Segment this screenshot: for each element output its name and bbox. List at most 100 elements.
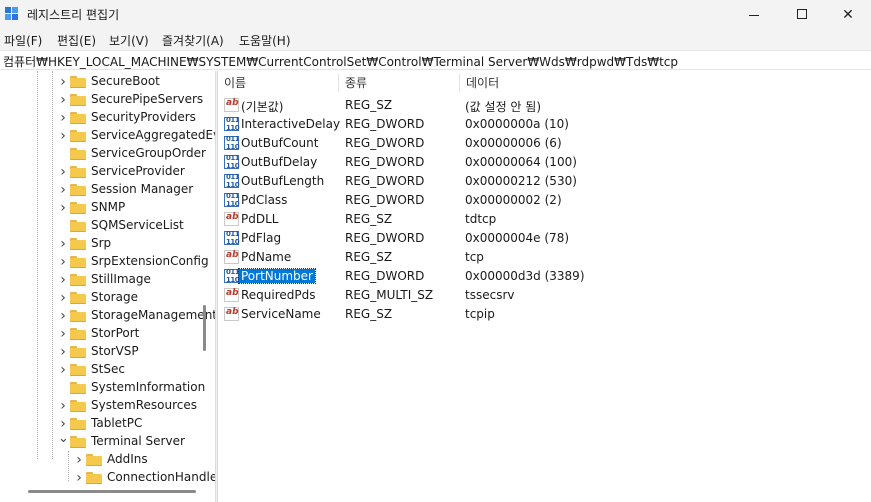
chevron-right-icon[interactable]: › bbox=[58, 255, 68, 269]
tree-item[interactable]: › StillImage bbox=[0, 271, 215, 289]
chevron-right-icon[interactable]: › bbox=[58, 201, 68, 215]
chevron-right-icon[interactable]: › bbox=[58, 165, 68, 179]
chevron-right-icon[interactable]: › bbox=[74, 471, 84, 485]
tree-item-label: SrpExtensionConfig bbox=[91, 254, 209, 268]
tree-item[interactable]: › SNMP bbox=[0, 199, 215, 217]
tree-item[interactable]: › Srp bbox=[0, 235, 215, 253]
value-name[interactable]: PdName bbox=[241, 250, 291, 264]
value-data: 0x0000000a (10) bbox=[465, 117, 569, 131]
chevron-right-icon[interactable]: › bbox=[58, 327, 68, 341]
chevron-right-icon[interactable]: › bbox=[74, 453, 84, 467]
value-row[interactable]: ab ServiceName REG_SZ tcpip bbox=[218, 305, 871, 324]
folder-icon bbox=[70, 184, 86, 196]
chevron-right-icon[interactable]: › bbox=[58, 363, 68, 377]
tree-item[interactable]: › TabletPC bbox=[0, 415, 215, 433]
chevron-right-icon[interactable]: › bbox=[58, 237, 68, 251]
value-name[interactable]: PdFlag bbox=[241, 231, 281, 245]
value-name-text: OutBufCount bbox=[241, 136, 319, 150]
tree-item[interactable]: › Session Manager bbox=[0, 181, 215, 199]
value-name[interactable]: ServiceName bbox=[241, 307, 321, 321]
chevron-right-icon[interactable]: › bbox=[58, 129, 68, 143]
chevron-right-icon[interactable]: › bbox=[58, 291, 68, 305]
tree-item[interactable]: ServiceGroupOrder bbox=[0, 145, 215, 163]
address-path[interactable]: 컴퓨터₩HKEY_LOCAL_MACHINE₩SYSTEM₩CurrentCon… bbox=[3, 53, 678, 70]
chevron-right-icon[interactable]: › bbox=[58, 399, 68, 413]
value-row[interactable]: ab RequiredPds REG_MULTI_SZ tssecsrv bbox=[218, 286, 871, 305]
chevron-right-icon[interactable]: › bbox=[58, 111, 68, 125]
tree-item[interactable]: › StorPort bbox=[0, 325, 215, 343]
value-name[interactable]: InteractiveDelay bbox=[241, 117, 340, 131]
value-name[interactable]: PdClass bbox=[241, 193, 287, 207]
close-button[interactable]: ✕ bbox=[825, 0, 871, 30]
value-row[interactable]: 011 110 PortNumber REG_DWORD 0x00000d3d (33… bbox=[218, 267, 871, 286]
menu-favorites[interactable]: 즐겨찾기(A) bbox=[162, 32, 224, 49]
folder-icon bbox=[70, 382, 86, 394]
chevron-right-icon[interactable]: › bbox=[58, 273, 68, 287]
value-type-glyph: 011 110 bbox=[226, 154, 240, 170]
window-title: 레지스트리 편집기 bbox=[27, 8, 120, 22]
address-bar[interactable]: 컴퓨터₩HKEY_LOCAL_MACHINE₩SYSTEM₩CurrentCon… bbox=[0, 50, 871, 70]
tree-item[interactable]: ⌄ Terminal Server bbox=[0, 432, 215, 451]
tree-item[interactable]: › ServiceAggregatedEvents bbox=[0, 127, 215, 145]
tree-item[interactable]: SQMServiceList bbox=[0, 217, 215, 235]
tree-item[interactable]: › ServiceProvider bbox=[0, 163, 215, 181]
chevron-right-icon[interactable]: › bbox=[58, 75, 68, 89]
tree-item[interactable]: › SystemResources bbox=[0, 397, 215, 415]
maximize-button[interactable] bbox=[779, 0, 825, 30]
value-row[interactable]: ab (기본값) REG_SZ (값 설정 안 됨) bbox=[218, 96, 871, 115]
value-row[interactable]: ab PdDLL REG_SZ tdtcp bbox=[218, 210, 871, 229]
tree-item[interactable]: › SecurePipeServers bbox=[0, 91, 215, 109]
tree-item-label: Storage bbox=[91, 290, 138, 304]
tree-item[interactable]: › StSec bbox=[0, 361, 215, 379]
value-data: 0x00000006 (6) bbox=[465, 136, 562, 150]
value-name[interactable]: (기본값) bbox=[241, 98, 283, 115]
tree-item[interactable]: › AddIns bbox=[0, 451, 215, 469]
menu-file[interactable]: 파일(F) bbox=[4, 32, 42, 49]
value-name[interactable]: OutBufCount bbox=[241, 136, 318, 150]
value-name[interactable]: RequiredPds bbox=[241, 288, 316, 302]
chevron-right-icon[interactable]: › bbox=[58, 345, 68, 359]
chevron-right-icon[interactable]: › bbox=[58, 309, 68, 323]
tree-horizontal-scrollbar[interactable] bbox=[28, 490, 196, 493]
tree-item[interactable]: › SecureBoot bbox=[0, 73, 215, 91]
column-header-name[interactable]: 이름 bbox=[218, 71, 338, 95]
tree-item[interactable]: › ConnectionHandler bbox=[0, 469, 215, 487]
value-row[interactable]: 011 110 InteractiveDelay REG_DWORD 0x000000… bbox=[218, 115, 871, 134]
tree-item-label: Session Manager bbox=[91, 182, 194, 196]
value-row[interactable]: ab PdName REG_SZ tcp bbox=[218, 248, 871, 267]
menu-help[interactable]: 도움말(H) bbox=[239, 32, 291, 49]
tree-item-label: AddIns bbox=[107, 452, 148, 466]
tree-item[interactable]: › Storage bbox=[0, 289, 215, 307]
value-row[interactable]: 011 110 PdClass REG_DWORD 0x00000002 (2) bbox=[218, 191, 871, 210]
chevron-down-icon[interactable]: ⌄ bbox=[58, 432, 69, 445]
value-name[interactable]: OutBufLength bbox=[241, 174, 324, 188]
chevron-right-icon[interactable]: › bbox=[58, 183, 68, 197]
tree-item-label: ServiceAggregatedEvents bbox=[91, 128, 215, 142]
string-value-icon: ab bbox=[224, 212, 239, 226]
tree-item[interactable]: SystemInformation bbox=[0, 379, 215, 397]
value-name[interactable]: OutBufDelay bbox=[241, 155, 317, 169]
value-type-glyph: ab bbox=[226, 307, 239, 317]
tree-item[interactable]: › StorageManagement bbox=[0, 307, 215, 325]
column-header-type[interactable]: 종류 bbox=[339, 71, 459, 95]
folder-icon bbox=[70, 328, 86, 340]
minimize-button[interactable] bbox=[731, 0, 777, 30]
menu-view[interactable]: 보기(V) bbox=[109, 32, 149, 49]
value-row[interactable]: 011 110 PdFlag REG_DWORD 0x0000004e (78) bbox=[218, 229, 871, 248]
value-name[interactable]: PdDLL bbox=[241, 212, 278, 226]
chevron-right-icon[interactable]: › bbox=[58, 93, 68, 107]
registry-tree[interactable]: › SecureBoot › SecurePipeServers › SecurityPr… bbox=[0, 71, 215, 502]
tree-vertical-scrollbar[interactable] bbox=[203, 305, 206, 351]
tree-item[interactable]: › SecurityProviders bbox=[0, 109, 215, 127]
tree-item[interactable]: › SrpExtensionConfig bbox=[0, 253, 215, 271]
menu-edit[interactable]: 편집(E) bbox=[57, 32, 96, 49]
value-row[interactable]: 011 110 OutBufCount REG_DWORD 0x00000006 (6… bbox=[218, 134, 871, 153]
chevron-right-icon[interactable]: › bbox=[58, 417, 68, 431]
value-name[interactable]: PortNumber bbox=[238, 268, 316, 284]
tree-item[interactable]: › StorVSP bbox=[0, 343, 215, 361]
column-header-data[interactable]: 데이터 bbox=[460, 71, 660, 95]
folder-icon bbox=[70, 238, 86, 250]
value-row[interactable]: 011 110 OutBufDelay REG_DWORD 0x00000064 (1… bbox=[218, 153, 871, 172]
value-data: 0x0000004e (78) bbox=[465, 231, 570, 245]
value-row[interactable]: 011 110 OutBufLength REG_DWORD 0x00000212 (… bbox=[218, 172, 871, 191]
